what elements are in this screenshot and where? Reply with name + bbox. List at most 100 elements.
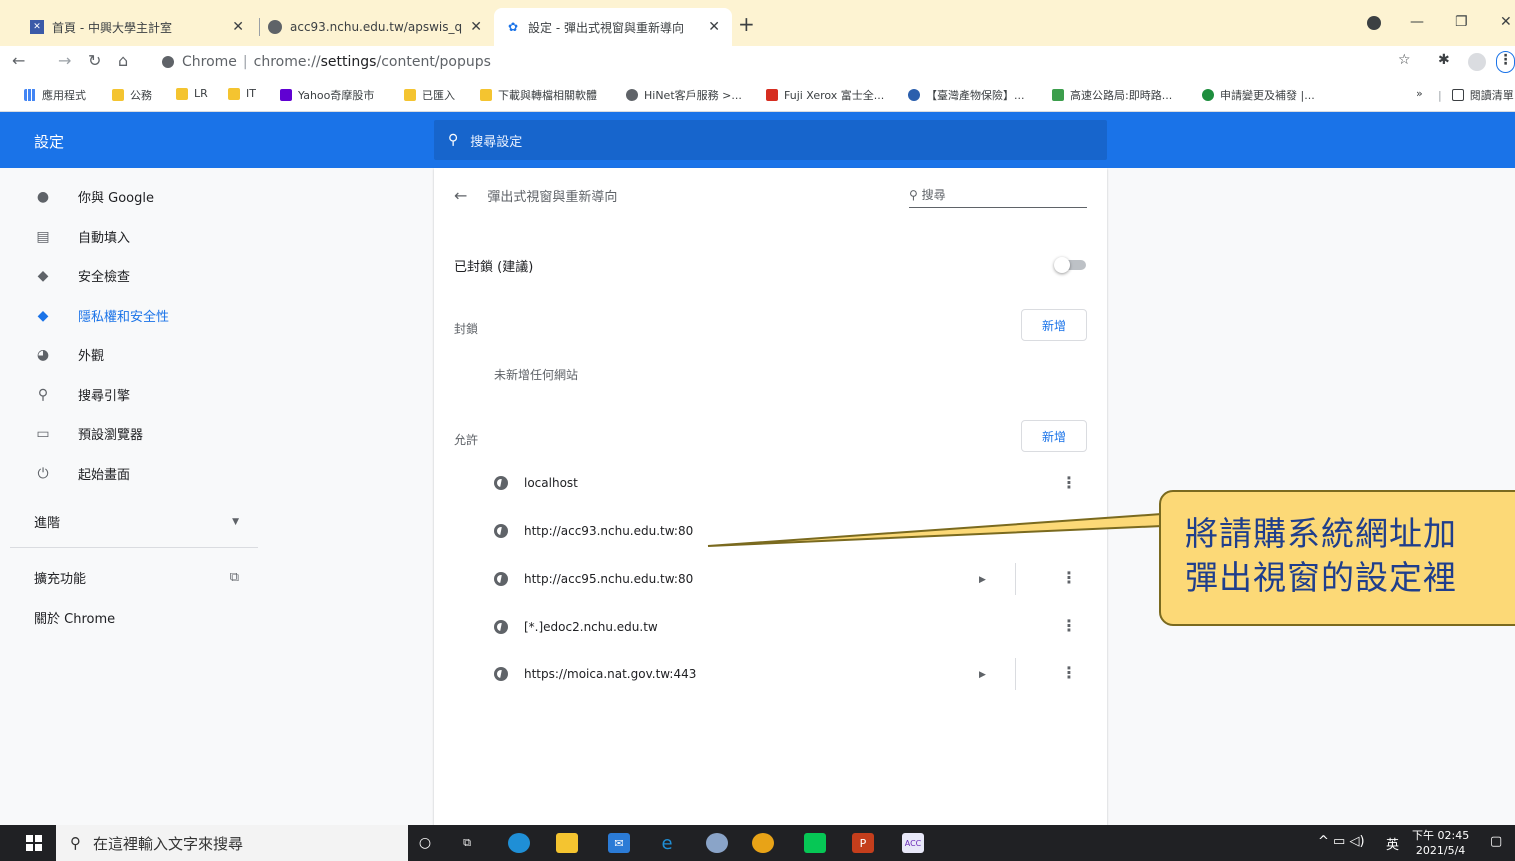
bookmark-folder[interactable]: 公務 [112,87,152,103]
back-arrow-icon[interactable]: ← [454,186,467,205]
reading-list-icon [1451,89,1464,101]
taskbar-search-input[interactable]: ⚲ 在這裡輸入文字來搜尋 [56,825,408,861]
bookmark-insurance[interactable]: 【臺灣產物保險】... [908,87,1025,103]
globe-icon [494,620,508,634]
subpage-title: 彈出式視窗與重新導向 [487,190,618,205]
add-block-button[interactable]: 新增 [1021,309,1087,341]
sidebar-extensions[interactable]: 擴充功能 ⧉ [34,568,239,587]
home-icon[interactable]: ⌂ [118,51,128,70]
allow-section-label: 允許 [454,433,479,447]
tab-nchu-accounting[interactable]: ✕ 首頁 - 中興大學主計室 ✕ [18,8,256,46]
power-icon: ⏻ [37,465,49,482]
forward-arrow-icon[interactable]: → [58,51,71,70]
tab-settings[interactable]: ✿ 設定 - 彈出式視窗與重新導向 ✕ [494,8,732,46]
search-icon: ⚲ [37,386,49,403]
acc-app-icon[interactable]: ACC [902,833,924,853]
bookmark-hinet[interactable]: HiNet客戶服務 >... [626,87,742,103]
subpage-search-input[interactable]: ⚲ 搜尋 [909,186,1087,208]
tab-acc93[interactable]: acc93.nchu.edu.tw/apswis_q/lo ✕ [256,8,494,46]
bookmark-folder[interactable]: 下載與轉檔相關軟體 [480,87,597,103]
bookmark-folder[interactable]: LR [176,87,208,100]
allowed-site-row[interactable]: localhost [494,476,578,490]
maximize-icon[interactable]: ❐ [1455,14,1468,30]
more-actions-icon[interactable]: ⋮ [1061,663,1077,682]
more-actions-icon[interactable]: ⋮ [1061,473,1077,492]
globe-icon [494,524,508,538]
profile-avatar-icon[interactable] [1468,53,1486,71]
taskbar-clock[interactable]: 下午 02:45 2021/5/4 [1412,828,1469,858]
tab-title: 設定 - 彈出式視窗與重新導向 [528,20,684,35]
line-icon[interactable] [804,833,826,853]
network-app-icon[interactable] [706,833,728,853]
sidebar-about-chrome[interactable]: 關於 Chrome [34,608,115,627]
system-tray-icons[interactable]: ^ ▭ ◁) [1318,834,1365,849]
sidebar-item-safety-check[interactable]: ◆ 安全檢查 [34,266,130,286]
bookmark-yahoo[interactable]: Yahoo奇摩股市 [280,87,374,103]
browser-icon: ▭ [36,425,50,442]
sidebar-item-autofill[interactable]: ▤ 自動填入 [34,227,130,247]
minimize-icon[interactable]: — [1410,14,1424,30]
bookmark-fujixerox[interactable]: Fuji Xerox 富士全... [766,87,884,103]
sidebar-item-search-engine[interactable]: ⚲ 搜尋引擎 [34,385,130,405]
close-tab-icon[interactable]: ✕ [708,19,720,35]
toolbar: ← → ↻ ⌂ Chrome | chrome://settings/conte… [0,46,1515,78]
address-bar[interactable]: Chrome | chrome://settings/content/popup… [150,49,1385,75]
chrome-icon [162,56,174,68]
allowed-site-row[interactable]: https://moica.nat.gov.tw:443 [494,667,696,681]
menu-kebab-icon[interactable]: ⋮ [1496,51,1515,73]
profile-dot-icon[interactable] [1367,16,1381,30]
file-explorer-icon[interactable] [556,833,578,853]
bookmarks-overflow-icon[interactable]: » [1416,87,1423,100]
more-actions-icon[interactable]: ⋮ [1061,568,1077,587]
powerpoint-icon[interactable]: P [852,833,874,853]
star-icon[interactable]: ☆ [1398,52,1411,68]
windows-start-icon[interactable] [26,835,42,851]
callout-line-2: 彈出視窗的設定裡 [1185,558,1457,597]
search-icon: ⚲ [448,132,459,148]
sidebar-item-you-and-google[interactable]: ● 你與 Google [34,187,154,207]
task-view-icon[interactable]: ⧉ [456,833,478,853]
sidebar-item-on-startup[interactable]: ⏻ 起始畫面 [34,464,130,484]
back-arrow-icon[interactable]: ← [12,51,25,70]
settings-search-input[interactable]: ⚲ 搜尋設定 [434,120,1107,160]
internet-explorer-icon[interactable]: e [656,833,678,854]
allowed-site-row[interactable]: [*.]edoc2.nchu.edu.tw [494,620,658,634]
chrome-app-icon[interactable] [752,833,774,853]
notification-icon[interactable]: ▢ [1490,834,1502,849]
cortana-icon[interactable]: ○ [414,833,436,853]
reload-icon[interactable]: ↻ [88,51,101,70]
folder-icon [112,89,124,101]
expand-arrow-icon[interactable]: ▶ [979,575,986,585]
search-icon: ⚲ [909,188,922,202]
bookmark-freeway[interactable]: 高速公路局:即時路... [1052,87,1172,103]
add-allow-button[interactable]: 新增 [1021,420,1087,452]
reading-list[interactable]: | 閱讀清單 [1438,87,1514,103]
edge-icon[interactable] [508,833,530,853]
more-actions-icon[interactable]: ⋮ [1061,616,1077,635]
globe-icon [494,572,508,586]
sidebar-advanced[interactable]: 進階 ▼ [34,512,239,531]
bookmark-folder[interactable]: IT [228,87,256,100]
new-tab-button[interactable]: + [738,12,755,36]
sidebar-item-appearance[interactable]: ◕ 外觀 [34,345,104,365]
expand-arrow-icon[interactable]: ▶ [979,670,986,680]
mail-icon[interactable]: ✉ [608,833,630,853]
allowed-site-row[interactable]: http://acc95.nchu.edu.tw:80 [494,572,693,586]
ime-indicator[interactable]: 英 [1386,834,1399,853]
bookmark-apps[interactable]: 應用程式 [24,87,86,103]
bookmark-apply[interactable]: 申請變更及補發 |... [1202,87,1315,103]
close-tab-icon[interactable]: ✕ [232,19,244,35]
close-window-icon[interactable]: ✕ [1500,14,1512,30]
allowed-site-row[interactable]: http://acc93.nchu.edu.tw:80 [494,524,693,538]
close-tab-icon[interactable]: ✕ [470,19,482,35]
popups-settings-card: ← 彈出式視窗與重新導向 ⚲ 搜尋 已封鎖 (建議) 封鎖 新增 未新增任何網站… [434,168,1107,825]
apps-grid-icon [24,89,36,101]
map-icon [1052,89,1064,101]
yahoo-icon [280,89,292,101]
sidebar-item-privacy[interactable]: ◆ 隱私權和安全性 [34,306,169,326]
extensions-puzzle-icon[interactable]: ✱ [1438,52,1450,68]
blocked-toggle[interactable] [1054,257,1086,273]
bookmark-folder[interactable]: 已匯入 [404,87,455,103]
sidebar-item-default-browser[interactable]: ▭ 預設瀏覽器 [34,424,143,444]
globe-icon [268,20,282,34]
